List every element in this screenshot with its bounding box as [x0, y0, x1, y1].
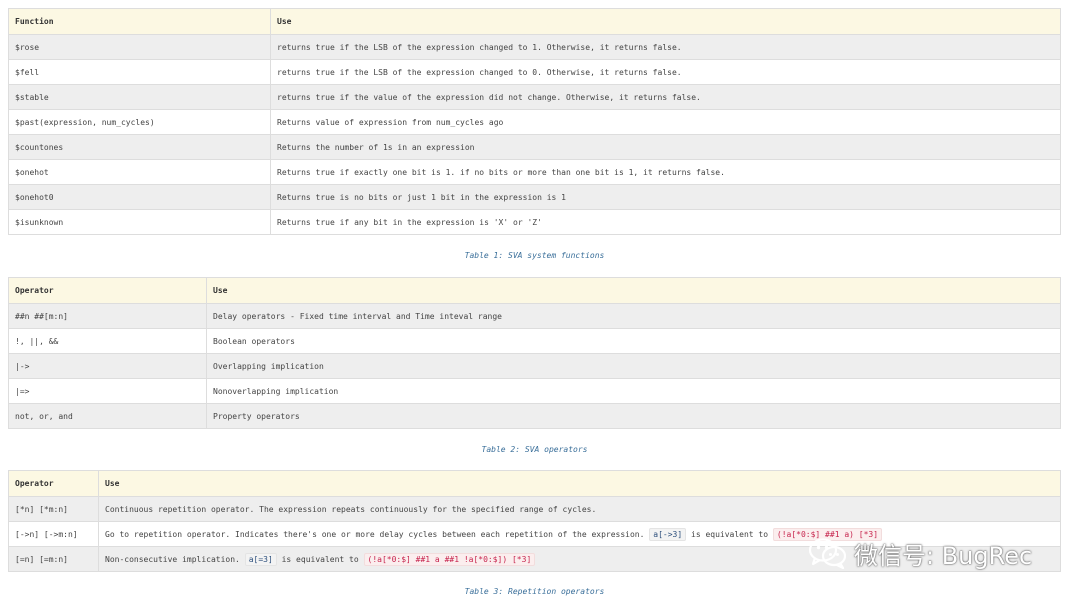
table-caption: Table 3: Repetition operators [464, 587, 605, 596]
use-text: Go to repetition operator. Indicates the… [105, 529, 645, 539]
operator-cell: |=> [8, 378, 207, 404]
table-caption: Table 1: SVA system functions [464, 251, 605, 260]
function-cell: $rose [8, 34, 271, 60]
use-cell: returns true if the LSB of the expressio… [270, 59, 1061, 85]
use-cell: Continuous repetition operator. The expr… [98, 496, 1061, 522]
use-text: Non-consecutive implication. [105, 554, 240, 564]
operator-cell: [=n] [=m:n] [8, 546, 99, 572]
use-cell: returns true if the LSB of the expressio… [270, 34, 1061, 60]
table-row: $onehot0 Returns true is no bits or just … [8, 184, 1061, 210]
function-cell: $fell [8, 59, 271, 85]
table-row: |=> Nonoverlapping implication [8, 378, 1061, 404]
use-text: Continuous repetition operator. The expr… [105, 504, 597, 514]
operator-cell: |-> [8, 353, 207, 379]
column-header: Operator [8, 277, 207, 304]
column-header: Use [206, 277, 1061, 304]
table-row: |-> Overlapping implication [8, 353, 1061, 379]
table-row: [*n] [*m:n] Continuous repetition operat… [8, 496, 1061, 522]
inline-code: (!a[*0:$] ##1 a ##1 !a[*0:$]) [*3] [363, 552, 536, 566]
operator-cell: not, or, and [8, 403, 207, 429]
operator-cell: [->n] [->m:n] [8, 521, 99, 547]
use-cell: Delay operators - Fixed time interval an… [206, 303, 1061, 329]
wechat-icon [808, 538, 847, 569]
use-cell: Returns the number of 1s in an expressio… [270, 134, 1061, 160]
operator-cell: ##n ##[m:n] [8, 303, 207, 329]
use-cell: Returns true if exactly one bit is 1. if… [270, 159, 1061, 185]
operator-cell: [*n] [*m:n] [8, 496, 99, 522]
column-header: Use [270, 8, 1061, 35]
use-text: is equivalent to [281, 554, 359, 564]
sva-operators-table: Operator Use ##n ##[m:n] Delay operators … [8, 277, 1061, 429]
table-row: $isunknown Returns true if any bit in the… [8, 209, 1061, 235]
table-row: !, ||, && Boolean operators [8, 328, 1061, 354]
column-header: Operator [8, 470, 99, 497]
use-cell: Returns true if any bit in the expressio… [270, 209, 1061, 235]
function-cell: $isunknown [8, 209, 271, 235]
table-header-row: Function Use [8, 8, 1061, 35]
use-cell: Overlapping implication [206, 353, 1061, 379]
table-row: ##n ##[m:n] Delay operators - Fixed time … [8, 303, 1061, 329]
table-header-row: Operator Use [8, 470, 1061, 497]
function-cell: $past(expression, num_cycles) [8, 109, 271, 135]
watermark-text: 微信号: BugRec [854, 541, 1033, 570]
use-cell: Property operators [206, 403, 1061, 429]
use-cell: Returns true is no bits or just 1 bit in… [270, 184, 1061, 210]
function-cell: $countones [8, 134, 271, 160]
use-cell: Nonoverlapping implication [206, 378, 1061, 404]
operator-cell: !, ||, && [8, 328, 207, 354]
use-text: is equivalent to [691, 529, 769, 539]
use-cell: Returns value of expression from num_cyc… [270, 109, 1061, 135]
table-row: $countones Returns the number of 1s in an… [8, 134, 1061, 160]
table-row: $rose returns true if the LSB of the expr… [8, 34, 1061, 60]
table-header-row: Operator Use [8, 277, 1061, 304]
use-cell: Boolean operators [206, 328, 1061, 354]
table-row: $fell returns true if the LSB of the expr… [8, 59, 1061, 85]
function-cell: $stable [8, 84, 271, 110]
table-caption: Table 2: SVA operators [481, 445, 588, 454]
column-header: Use [98, 470, 1061, 497]
table-row: $stable returns true if the value of the … [8, 84, 1061, 110]
sva-system-functions-table: Function Use $rose returns true if the LS… [8, 8, 1061, 235]
use-cell: returns true if the value of the express… [270, 84, 1061, 110]
column-header: Function [8, 8, 271, 35]
inline-code: a[=3] [244, 552, 277, 566]
wechat-watermark: 微信号: BugRec [808, 534, 1052, 572]
inline-code: a[->3] [649, 527, 687, 541]
function-cell: $onehot0 [8, 184, 271, 210]
table-row: $past(expression, num_cycles) Returns val… [8, 109, 1061, 135]
function-cell: $onehot [8, 159, 271, 185]
table-row: $onehot Returns true if exactly one bit i… [8, 159, 1061, 185]
table-row: not, or, and Property operators [8, 403, 1061, 429]
